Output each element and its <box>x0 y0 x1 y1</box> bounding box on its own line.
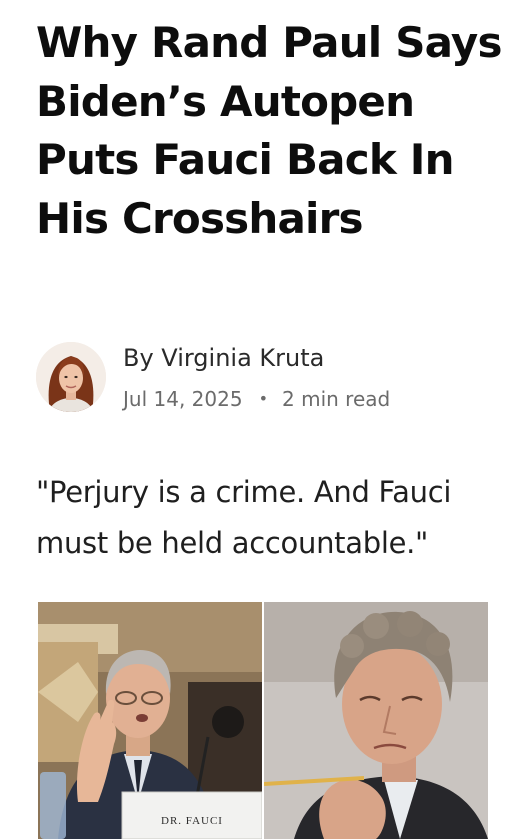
author-name[interactable]: By Virginia Kruta <box>123 344 324 372</box>
fauci-nameplate: DR. FAUCI <box>161 815 223 827</box>
article: Why Rand Paul Says Biden’s Autopen Puts … <box>0 0 525 839</box>
rand-paul-photo <box>264 602 488 839</box>
author-photo <box>36 342 106 412</box>
hero-photo-left: DR. FAUCI <box>38 602 262 839</box>
meta-separator: • <box>258 389 268 408</box>
fauci-photo: DR. FAUCI <box>38 602 262 839</box>
read-time: 2 min read <box>282 387 391 411</box>
article-meta: Jul 14, 2025 • 2 min read <box>123 387 390 411</box>
article-headline: Why Rand Paul Says Biden’s Autopen Puts … <box>36 18 503 243</box>
byline: By Virginia Kruta Jul 14, 2025 • 2 min rea… <box>36 338 496 418</box>
article-dek: "Perjury is a crime. And Fauci must be h… <box>36 475 452 560</box>
hero-photo-right <box>264 602 488 839</box>
publish-date: Jul 14, 2025 <box>123 387 243 411</box>
author-avatar[interactable] <box>36 342 106 412</box>
hero-image[interactable]: DR. FAUCI <box>38 602 488 839</box>
